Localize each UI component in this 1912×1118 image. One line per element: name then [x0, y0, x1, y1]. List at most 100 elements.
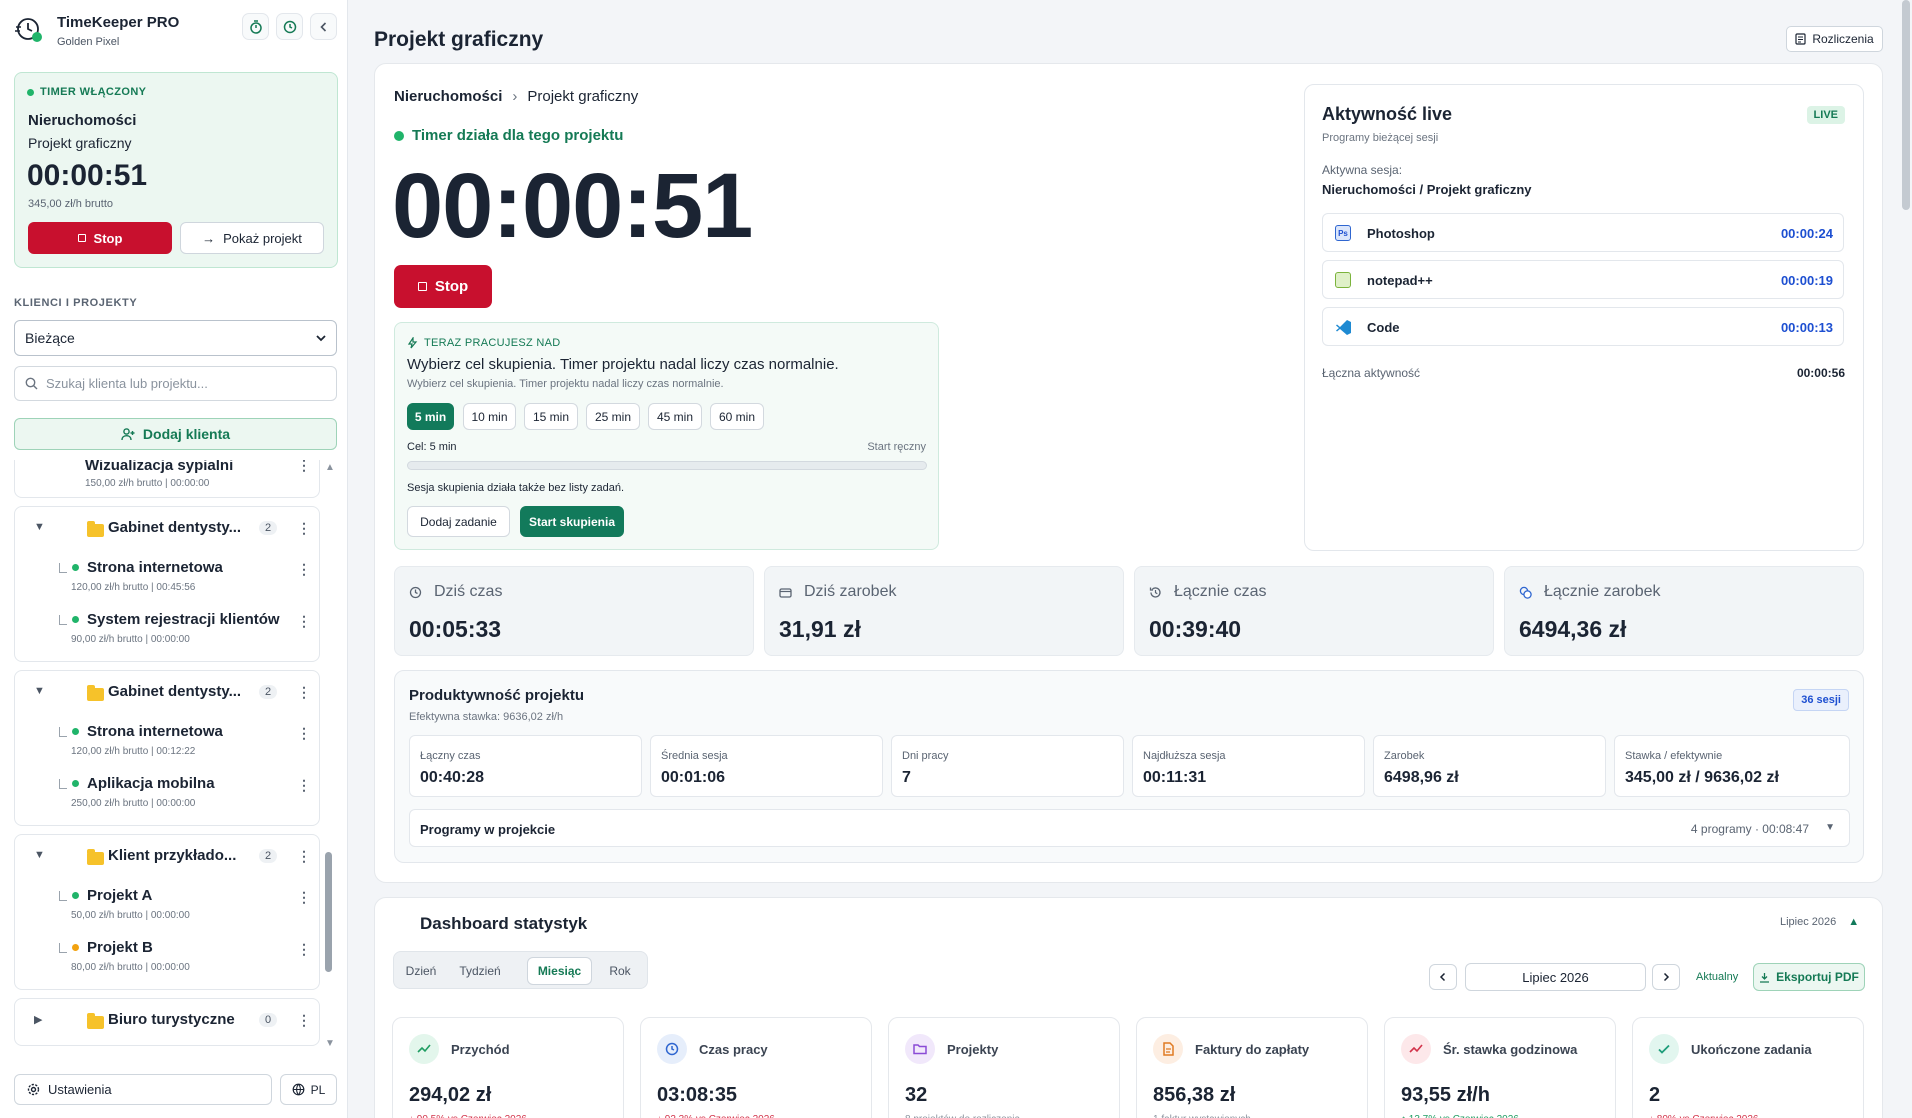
tree-connector — [59, 562, 67, 573]
breadcrumb-client[interactable]: Nieruchomości — [394, 88, 502, 105]
collapse-triangle-icon[interactable]: ▼ — [34, 849, 45, 861]
project-item[interactable]: Strona internetowa — [59, 559, 223, 576]
project-name[interactable]: Wizualizacja sypialni — [85, 460, 233, 474]
start-focus-button[interactable]: Start skupienia — [520, 506, 624, 537]
focus-note: Sesja skupienia działa także bez listy z… — [407, 482, 625, 494]
project-meta: 250,00 zł/h brutto | 00:00:00 — [71, 798, 196, 809]
folder-icon — [87, 849, 104, 865]
history-button[interactable] — [276, 13, 303, 40]
next-month-button[interactable] — [1652, 964, 1680, 990]
dashboard-collapse-toggle[interactable]: Lipiec 2026 ▲ — [1780, 916, 1859, 928]
stopwatch-button[interactable] — [242, 13, 269, 40]
tab-week[interactable]: Tydzień — [449, 957, 511, 985]
tab-day[interactable]: Dzień — [398, 957, 444, 985]
project-item[interactable]: Projekt B — [59, 939, 153, 956]
productivity-title: Produktywność projektu — [409, 687, 585, 704]
expand-triangle-icon[interactable]: ▶ — [34, 1013, 42, 1026]
show-project-label: Pokaż projekt — [223, 230, 302, 246]
scroll-up-arrow[interactable]: ▲ — [325, 462, 335, 473]
metric-card: Dni pracy 7 — [891, 735, 1124, 797]
client-menu-button[interactable]: ⋮ — [297, 685, 311, 699]
invoice-icon — [1153, 1034, 1183, 1064]
project-name: Strona internetowa — [87, 723, 223, 740]
client-menu-button[interactable]: ⋮ — [297, 1013, 311, 1027]
total-activity-label: Łączna aktywność — [1322, 366, 1421, 380]
client-menu-button[interactable]: ⋮ — [297, 521, 311, 535]
project-menu-button[interactable]: ⋮ — [297, 890, 311, 904]
client-name[interactable]: Klient przykłado... — [108, 847, 236, 864]
previous-month-button[interactable] — [1429, 964, 1457, 990]
coins-icon — [1519, 586, 1532, 599]
settings-button[interactable]: Ustawienia — [14, 1074, 272, 1105]
project-menu-button[interactable]: ⋮ — [297, 614, 311, 628]
metric-value: 00:01:06 — [661, 769, 726, 786]
project-meta: 120,00 zł/h brutto | 00:45:56 — [71, 582, 196, 593]
metric-value: 7 — [902, 769, 911, 786]
stat-label: Łącznie zarobek — [1544, 583, 1661, 600]
client-filter-select[interactable]: Bieżące — [14, 320, 337, 356]
project-count-badge: 0 — [259, 1013, 278, 1027]
duration-chip-10[interactable]: 10 min — [463, 403, 516, 430]
status-dot — [72, 728, 79, 735]
scroll-down-arrow[interactable]: ▼ — [325, 1038, 335, 1049]
duration-chip-45[interactable]: 45 min — [648, 403, 702, 430]
stat-card-total-time: Łącznie czas 00:39:40 — [1134, 566, 1494, 656]
client-name[interactable]: Biuro turystyczne — [108, 1011, 235, 1028]
collapse-triangle-icon[interactable]: ▼ — [34, 521, 45, 533]
program-row: Ps Photoshop 00:00:24 — [1322, 213, 1844, 252]
duration-chip-5[interactable]: 5 min — [407, 403, 454, 430]
project-menu-button[interactable]: ⋮ — [297, 562, 311, 576]
project-menu-button[interactable]: ⋮ — [297, 942, 311, 956]
timer-rate: 345,00 zł/h brutto — [28, 198, 114, 210]
tab-month[interactable]: Miesiąc — [527, 957, 592, 985]
download-icon — [1759, 972, 1770, 983]
client-menu-button[interactable]: ⋮ — [297, 849, 311, 863]
client-search-input[interactable]: Szukaj klienta lub projektu... — [14, 366, 337, 401]
programs-in-project-toggle[interactable]: Programy w projekcie 4 programy · 00:08:… — [409, 809, 1850, 847]
stat-label: Dziś zarobek — [804, 583, 897, 600]
duration-chip-15[interactable]: 15 min — [524, 403, 578, 430]
add-user-icon — [121, 427, 135, 441]
project-menu-button[interactable]: ⋮ — [297, 778, 311, 792]
globe-icon — [292, 1083, 305, 1096]
project-meta: 50,00 zł/h brutto | 00:00:00 — [71, 910, 190, 921]
billing-button[interactable]: Rozliczenia — [1786, 26, 1883, 52]
current-period-link[interactable]: Aktualny — [1696, 971, 1738, 983]
sidebar-stop-button[interactable]: Stop — [28, 222, 172, 254]
scrollbar-thumb[interactable] — [325, 852, 332, 972]
export-pdf-button[interactable]: Eksportuj PDF — [1753, 963, 1865, 991]
kpi-label: Ukończone zadania — [1691, 1042, 1812, 1057]
session-value: Nieruchomości / Projekt graficzny — [1322, 182, 1532, 197]
page-scrollbar-thumb[interactable] — [1902, 0, 1910, 210]
kpi-footnote: 8 projektów do rozliczenia — [905, 1114, 1020, 1118]
gear-icon — [27, 1083, 40, 1096]
tab-year[interactable]: Rok — [597, 957, 643, 985]
language-button[interactable]: PL — [280, 1074, 337, 1105]
show-project-button[interactable]: → Pokaż projekt — [180, 222, 324, 254]
collapse-triangle-icon[interactable]: ▼ — [34, 685, 45, 697]
project-menu-button[interactable]: ⋮ — [297, 726, 311, 740]
project-item[interactable]: Projekt A — [59, 887, 152, 904]
program-name: Photoshop — [1367, 226, 1435, 241]
client-name[interactable]: Gabinet dentysty... — [108, 683, 241, 700]
breadcrumb-project: Projekt graficzny — [527, 88, 639, 105]
collapse-sidebar-button[interactable] — [310, 13, 337, 40]
duration-chip-60[interactable]: 60 min — [710, 403, 764, 430]
project-item[interactable]: System rejestracji klientów — [59, 611, 280, 628]
add-task-button[interactable]: Dodaj zadanie — [407, 506, 510, 537]
kpi-card: Faktury do zapłaty 856,38 zł 1 faktur wyst… — [1136, 1017, 1368, 1118]
project-item[interactable]: Aplikacja mobilna — [59, 775, 215, 792]
client-name[interactable]: Gabinet dentysty... — [108, 519, 241, 536]
tree-connector — [59, 942, 67, 953]
project-menu-button[interactable]: ⋮ — [297, 460, 311, 472]
project-item[interactable]: Strona internetowa — [59, 723, 223, 740]
metric-card: Najdłuższa sesja 00:11:31 — [1132, 735, 1365, 797]
focus-progress-bar — [407, 461, 927, 470]
duration-chip-25[interactable]: 25 min — [586, 403, 640, 430]
add-client-button[interactable]: Dodaj klienta — [14, 418, 337, 450]
stat-card-total-earnings: Łącznie zarobek 6494,36 zł — [1504, 566, 1864, 656]
month-picker[interactable]: Lipiec 2026 — [1465, 963, 1646, 991]
metric-card: Średnia sesja 00:01:06 — [650, 735, 883, 797]
main-stop-button[interactable]: Stop — [394, 265, 492, 308]
trend-up-icon — [409, 1034, 439, 1064]
